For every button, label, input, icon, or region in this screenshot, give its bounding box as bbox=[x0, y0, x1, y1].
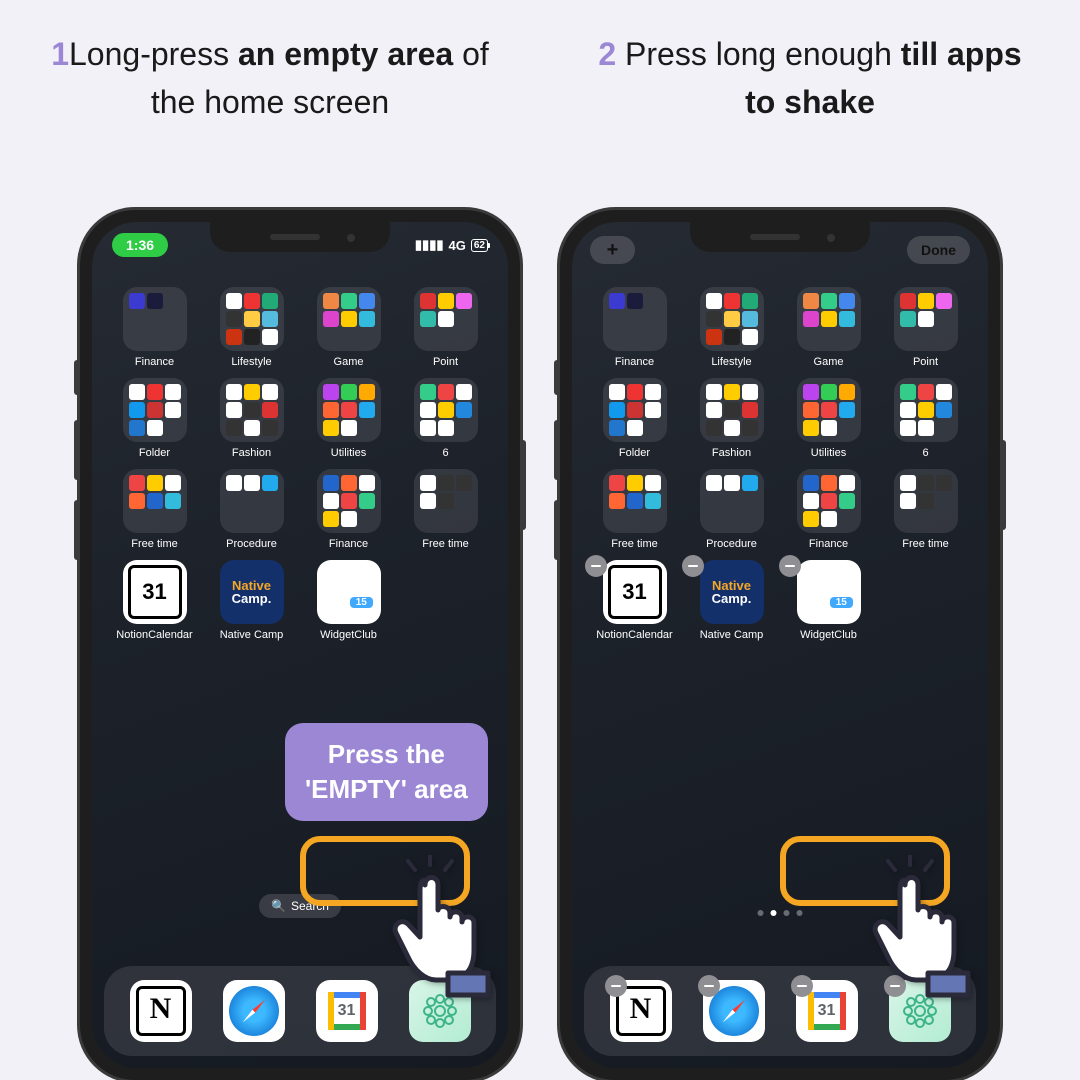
folder-free-time[interactable]: Free time bbox=[401, 469, 490, 550]
phone-step-1: 1:36 ▮▮▮▮ 4G 62 Finance Lifestyle Game Poin… bbox=[80, 210, 520, 1080]
folder-label: Folder bbox=[619, 447, 650, 459]
folder-label: Folder bbox=[139, 447, 170, 459]
page-indicator[interactable] bbox=[758, 910, 803, 916]
folder-procedure[interactable]: Procedure bbox=[687, 469, 776, 550]
instruction-step-1: 1Long-press an empty area of the home sc… bbox=[40, 30, 500, 126]
app-label: NotionCalendar bbox=[116, 629, 192, 641]
done-button[interactable]: Done bbox=[907, 236, 970, 264]
folder-label: Utilities bbox=[811, 447, 846, 459]
phone-notch bbox=[690, 222, 870, 252]
folder-label: Free time bbox=[422, 538, 468, 550]
hand-pointer-icon bbox=[380, 855, 520, 1010]
search-icon: 🔍 bbox=[271, 899, 286, 913]
folder-utilities[interactable]: Utilities bbox=[304, 378, 393, 459]
app-native-camp[interactable]: NativeCamp.Native Camp bbox=[207, 560, 296, 641]
signal-icon: ▮▮▮▮ bbox=[415, 237, 444, 253]
folder-label: Free time bbox=[902, 538, 948, 550]
app-label: WidgetClub bbox=[320, 629, 377, 641]
dock-app-google-calendar[interactable]: 31 bbox=[796, 980, 858, 1042]
app-label: Native Camp bbox=[700, 629, 764, 641]
remove-badge-icon[interactable] bbox=[791, 975, 813, 997]
instruction-step-2: 2 Press long enough till apps to shake bbox=[580, 30, 1040, 126]
app-notioncalendar[interactable]: 31NotionCalendar bbox=[590, 560, 679, 641]
folder-lifestyle[interactable]: Lifestyle bbox=[687, 287, 776, 368]
folder-fashion[interactable]: Fashion bbox=[207, 378, 296, 459]
network-label: 4G bbox=[449, 238, 466, 253]
folder-label: Point bbox=[433, 356, 458, 368]
remove-badge-icon[interactable] bbox=[779, 555, 801, 577]
app-label: WidgetClub bbox=[800, 629, 857, 641]
folder-label: Game bbox=[334, 356, 364, 368]
home-grid[interactable]: Finance Lifestyle Game Point Folder Fashion Ut… bbox=[92, 287, 508, 641]
remove-badge-icon[interactable] bbox=[605, 975, 627, 997]
callout-press-empty: Press the 'EMPTY' area bbox=[285, 723, 488, 821]
dock-app-safari[interactable] bbox=[223, 980, 285, 1042]
app-label: Native Camp bbox=[220, 629, 284, 641]
folder-label: Finance bbox=[329, 538, 368, 550]
folder-label: Finance bbox=[615, 356, 654, 368]
folder-lifestyle[interactable]: Lifestyle bbox=[207, 287, 296, 368]
folder-6[interactable]: 6 bbox=[881, 378, 970, 459]
remove-badge-icon[interactable] bbox=[682, 555, 704, 577]
dock-app-notion[interactable]: N bbox=[130, 980, 192, 1042]
battery-icon: 62 bbox=[471, 239, 488, 252]
app-native-camp[interactable]: NativeCamp.Native Camp bbox=[687, 560, 776, 641]
folder-point[interactable]: Point bbox=[881, 287, 970, 368]
folder-label: Lifestyle bbox=[231, 356, 271, 368]
folder-game[interactable]: Game bbox=[784, 287, 873, 368]
folder-finance[interactable]: Finance bbox=[784, 469, 873, 550]
folder-finance[interactable]: Finance bbox=[110, 287, 199, 368]
folder-procedure[interactable]: Procedure bbox=[207, 469, 296, 550]
remove-badge-icon[interactable] bbox=[585, 555, 607, 577]
app-widgetclub[interactable]: 15WidgetClub bbox=[784, 560, 873, 641]
app-notioncalendar[interactable]: 31NotionCalendar bbox=[110, 560, 199, 641]
folder-label: 6 bbox=[922, 447, 928, 459]
folder-label: Lifestyle bbox=[711, 356, 751, 368]
folder-free-time[interactable]: Free time bbox=[881, 469, 970, 550]
folder-label: Fashion bbox=[712, 447, 751, 459]
folder-label: Free time bbox=[131, 538, 177, 550]
folder-label: 6 bbox=[442, 447, 448, 459]
phone-notch bbox=[210, 222, 390, 252]
phone-step-2: + Done Finance Lifestyle Game Point Folder Fa… bbox=[560, 210, 1000, 1080]
folder-label: Game bbox=[814, 356, 844, 368]
folder-fashion[interactable]: Fashion bbox=[687, 378, 776, 459]
dock-app-notion[interactable]: N bbox=[610, 980, 672, 1042]
hand-pointer-icon bbox=[860, 855, 1000, 1010]
folder-6[interactable]: 6 bbox=[401, 378, 490, 459]
app-label: NotionCalendar bbox=[596, 629, 672, 641]
remove-badge-icon[interactable] bbox=[698, 975, 720, 997]
folder-label: Procedure bbox=[226, 538, 277, 550]
dock-app-safari[interactable] bbox=[703, 980, 765, 1042]
folder-label: Point bbox=[913, 356, 938, 368]
dock-app-google-calendar[interactable]: 31 bbox=[316, 980, 378, 1042]
status-time: 1:36 bbox=[112, 233, 168, 257]
folder-free-time[interactable]: Free time bbox=[590, 469, 679, 550]
folder-point[interactable]: Point bbox=[401, 287, 490, 368]
folder-label: Finance bbox=[809, 538, 848, 550]
home-grid-edit-mode[interactable]: Finance Lifestyle Game Point Folder Fashion Ut… bbox=[572, 287, 988, 641]
folder-folder[interactable]: Folder bbox=[590, 378, 679, 459]
folder-label: Fashion bbox=[232, 447, 271, 459]
folder-finance[interactable]: Finance bbox=[590, 287, 679, 368]
folder-label: Utilities bbox=[331, 447, 366, 459]
folder-label: Free time bbox=[611, 538, 657, 550]
folder-free-time[interactable]: Free time bbox=[110, 469, 199, 550]
folder-folder[interactable]: Folder bbox=[110, 378, 199, 459]
folder-label: Procedure bbox=[706, 538, 757, 550]
app-widgetclub[interactable]: 15WidgetClub bbox=[304, 560, 393, 641]
folder-finance[interactable]: Finance bbox=[304, 469, 393, 550]
folder-utilities[interactable]: Utilities bbox=[784, 378, 873, 459]
folder-game[interactable]: Game bbox=[304, 287, 393, 368]
folder-label: Finance bbox=[135, 356, 174, 368]
add-widget-button[interactable]: + bbox=[590, 236, 635, 264]
